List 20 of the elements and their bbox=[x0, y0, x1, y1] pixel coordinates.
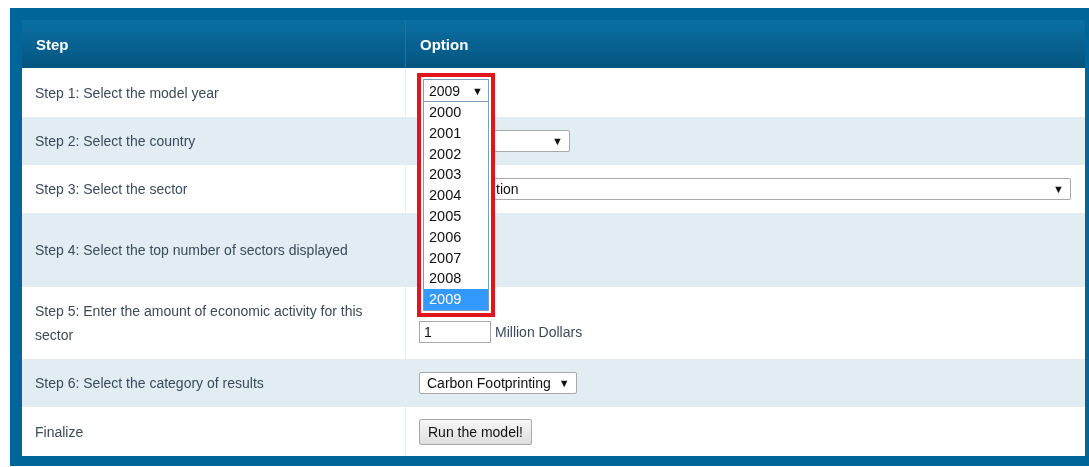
year-select[interactable]: 2009 ▼ bbox=[423, 79, 489, 102]
select-field[interactable]: tion ▼ bbox=[492, 178, 1071, 200]
step-label: Step 4: Select the top number of sectors displayed bbox=[35, 241, 348, 260]
step-label: Step 3: Select the sector bbox=[35, 180, 188, 199]
step-label: Step 6: Select the category of results bbox=[35, 374, 264, 393]
step-label: Step 1: Select the model year bbox=[35, 83, 219, 103]
caret-icon: ▼ bbox=[1053, 183, 1064, 195]
step-label: Step 5: Enter the amount of economic activity for this sector bbox=[35, 302, 364, 345]
step-label: Step 2: Select the country bbox=[35, 132, 196, 151]
caret-icon: ▼ bbox=[558, 377, 570, 389]
column-header: Step bbox=[22, 20, 405, 68]
select-field[interactable]: Carbon Footprinting ▼ bbox=[419, 372, 577, 394]
caret-icon: ▼ bbox=[552, 135, 563, 147]
caret-icon: ▼ bbox=[472, 84, 483, 97]
select-field[interactable]: ▼ bbox=[492, 130, 570, 152]
step-label: Finalize bbox=[35, 422, 84, 442]
run-button[interactable]: Run the model! bbox=[419, 418, 532, 445]
unit-label: Million Dollars bbox=[495, 324, 583, 340]
input-field[interactable]: 1 bbox=[419, 321, 491, 343]
column-header: Option bbox=[405, 20, 1085, 68]
